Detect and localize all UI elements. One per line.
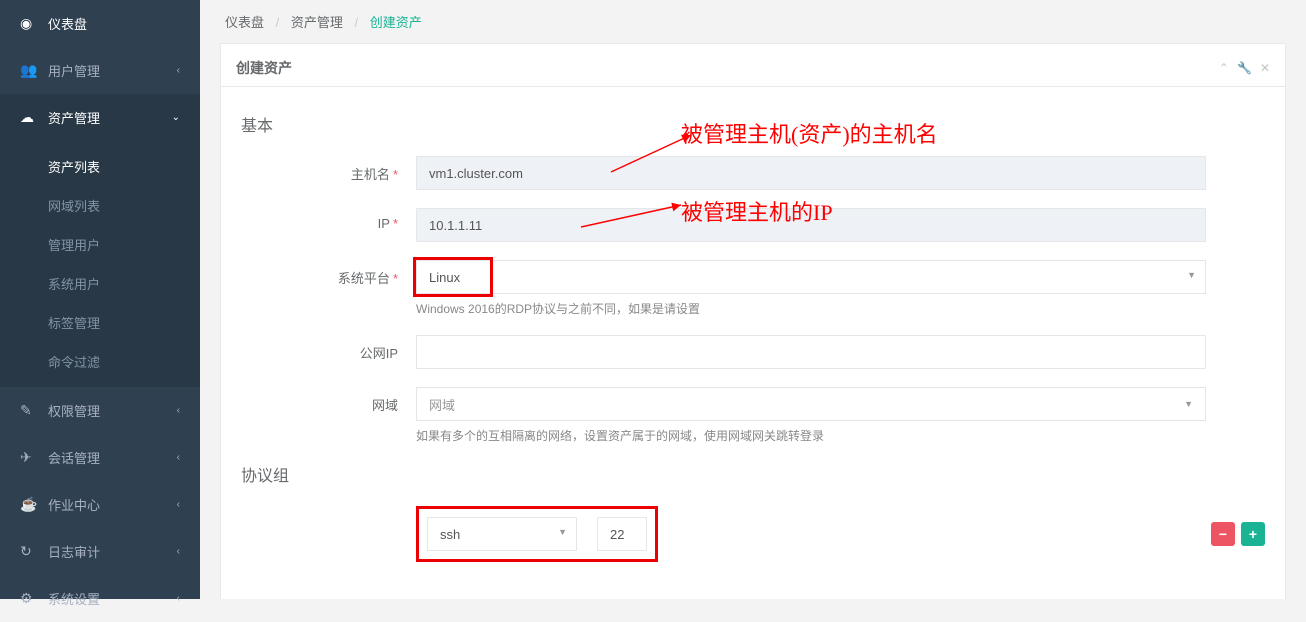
caret-down-icon: ▼ [1184,399,1193,409]
dashboard-icon: ◉ [20,15,40,32]
domain-placeholder: 网域 [429,395,455,414]
sidebar-sub-cmd-filter[interactable]: 命令过滤 [0,342,200,381]
sidebar-sub-admin-user[interactable]: 管理用户 [0,225,200,264]
section-protocol: 协议组 [241,462,1265,486]
edit-icon: ✎ [20,402,40,419]
chevron-icon: ‹ [177,546,180,557]
sidebar-sub-system-user[interactable]: 系统用户 [0,264,200,303]
breadcrumb-item[interactable]: 资产管理 [291,15,343,30]
panel-body: 基本 主机名* IP* 系统平台* [221,87,1285,599]
chevron-icon: ‹ [177,499,180,510]
chevron-icon: ‹ [177,452,180,463]
panel: 创建资产 ⌃ 🔧 ✕ 基本 主机名* IP* [220,43,1286,599]
panel-header: 创建资产 ⌃ 🔧 ✕ [221,44,1285,87]
sidebar-item-audit[interactable]: ↻ 日志审计 ‹ [0,528,200,575]
cloud-icon: ☁ [20,109,40,126]
label-ip: IP* [241,208,416,231]
protocol-select[interactable]: ssh [427,517,577,551]
sidebar-item-assets[interactable]: ☁ 资产管理 ⌄ [0,94,200,141]
sidebar-label: 资产管理 [48,108,100,127]
breadcrumb-sep: / [355,15,359,30]
sidebar-item-sessions[interactable]: ✈ 会话管理 ‹ [0,434,200,481]
label-platform: 系统平台* [241,260,416,287]
sidebar-sub-asset-list[interactable]: 资产列表 [0,147,200,186]
sidebar-sub-label-mgmt[interactable]: 标签管理 [0,303,200,342]
publicip-input[interactable] [416,335,1206,369]
main-content: 仪表盘 / 资产管理 / 创建资产 创建资产 ⌃ 🔧 ✕ 基本 主机名* [200,0,1306,599]
sidebar-sub-domain-list[interactable]: 网域列表 [0,186,200,225]
chevron-down-icon: ⌄ [172,112,180,123]
chevron-icon: ‹ [177,65,180,76]
users-icon: 👥 [20,62,40,79]
breadcrumb-sep: / [276,15,280,30]
panel-title: 创建资产 [236,58,292,78]
annotation-ip: 被管理主机的IP [681,195,833,227]
sidebar-item-jobs[interactable]: ☕ 作业中心 ‹ [0,481,200,528]
remove-protocol-button[interactable]: − [1211,522,1235,546]
sidebar-item-users[interactable]: 👥 用户管理 ‹ [0,47,200,94]
sidebar-label: 作业中心 [48,495,100,514]
breadcrumb-item[interactable]: 仪表盘 [225,15,264,30]
annotation-hostname: 被管理主机(资产)的主机名 [681,117,938,149]
platform-select[interactable]: Linux [416,260,1206,294]
close-icon[interactable]: ✕ [1260,61,1270,75]
sidebar-label: 用户管理 [48,61,100,80]
chevron-icon: ‹ [177,405,180,416]
rocket-icon: ✈ [20,449,40,466]
sidebar-item-dashboard[interactable]: ◉ 仪表盘 [0,0,200,47]
breadcrumb-current: 创建资产 [370,15,422,30]
collapse-icon[interactable]: ⌃ [1219,61,1229,75]
domain-select[interactable]: 网域 ▼ [416,387,1206,421]
sidebar-item-perms[interactable]: ✎ 权限管理 ‹ [0,387,200,434]
sidebar-submenu: 资产列表 网域列表 管理用户 系统用户 标签管理 命令过滤 [0,141,200,387]
label-domain: 网域 [241,387,416,414]
sidebar-label: 权限管理 [48,401,100,420]
history-icon: ↻ [20,543,40,560]
hostname-input[interactable] [416,156,1206,190]
sidebar-label: 仪表盘 [48,14,87,33]
help-platform: Windows 2016的RDP协议与之前不同，如果是请设置 [416,300,1206,317]
label-hostname: 主机名* [241,156,416,183]
wrench-icon[interactable]: 🔧 [1237,61,1252,75]
breadcrumb: 仪表盘 / 资产管理 / 创建资产 [200,0,1306,43]
panel-tools: ⌃ 🔧 ✕ [1219,61,1270,75]
help-domain: 如果有多个的互相隔离的网络，设置资产属于的网域，使用网域网关跳转登录 [416,427,1206,444]
sidebar-label: 日志审计 [48,542,100,561]
add-protocol-button[interactable]: + [1241,522,1265,546]
label-publicip: 公网IP [241,335,416,362]
coffee-icon: ☕ [20,496,40,513]
sidebar: ◉ 仪表盘 👥 用户管理 ‹ ☁ 资产管理 ⌄ 资产列表 网域列表 管理用户 系… [0,0,200,599]
sidebar-label: 会话管理 [48,448,100,467]
annotation-highlight-protocol: ssh [416,506,658,562]
port-input[interactable] [597,517,647,551]
